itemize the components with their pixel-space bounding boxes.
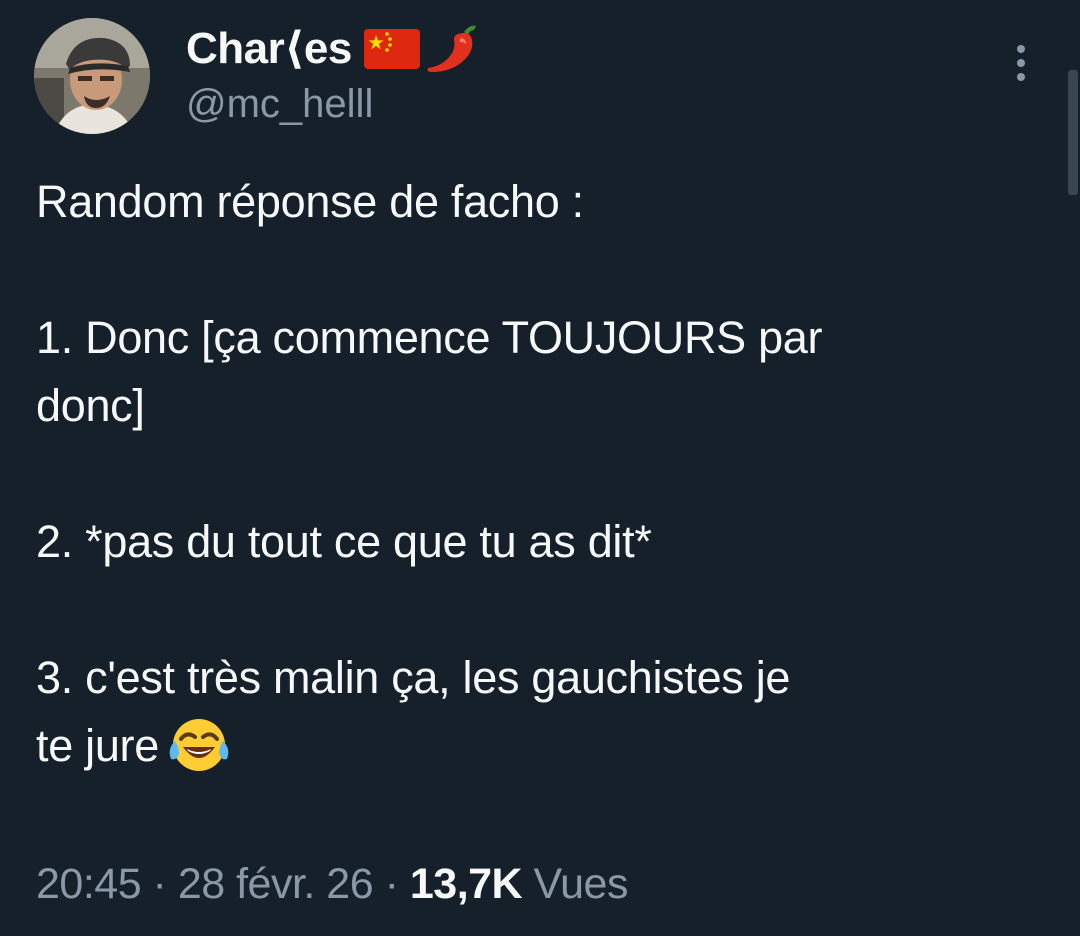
tweet-line-text: te jure: [36, 720, 159, 771]
tweet-line: 3. c'est très malin ça, les gauchistes j…: [36, 652, 791, 703]
display-name-text: Char⟨es: [186, 24, 352, 73]
tweet-line: Random réponse de facho :: [36, 176, 584, 227]
tweet-time[interactable]: 20:45: [36, 860, 142, 908]
user-handle[interactable]: @mc_helll: [186, 80, 373, 128]
more-options-icon[interactable]: [1004, 40, 1038, 90]
meta-separator: ·: [373, 860, 410, 908]
tweet-date[interactable]: 28 févr. 26: [178, 860, 374, 908]
meta-separator: ·: [141, 860, 178, 908]
avatar-photo: [34, 18, 150, 134]
tweet-line: donc]: [36, 380, 145, 431]
tweet-meta: 20:45 · 28 févr. 26 · 13,7K Vues: [36, 856, 628, 912]
hot-pepper-icon: [424, 22, 480, 76]
china-flag-icon: [363, 29, 420, 69]
tweet-card: Char⟨es @mc_helll Random réponse de fach…: [0, 0, 1080, 936]
tweet-text: Random réponse de facho : 1. Donc [ça co…: [36, 168, 1046, 780]
face-with-tears-of-joy-icon: [167, 713, 231, 773]
views-label: Vues: [522, 860, 629, 908]
views-count[interactable]: 13,7K: [410, 860, 523, 908]
tweet-line: 2. *pas du tout ce que tu as dit*: [36, 516, 652, 567]
avatar[interactable]: [34, 18, 150, 134]
scrollbar-thumb[interactable]: [1068, 70, 1078, 195]
display-name[interactable]: Char⟨es: [186, 22, 480, 76]
tweet-line-last: te jure: [36, 712, 1046, 780]
tweet-line: 1. Donc [ça commence TOUJOURS par: [36, 312, 823, 363]
